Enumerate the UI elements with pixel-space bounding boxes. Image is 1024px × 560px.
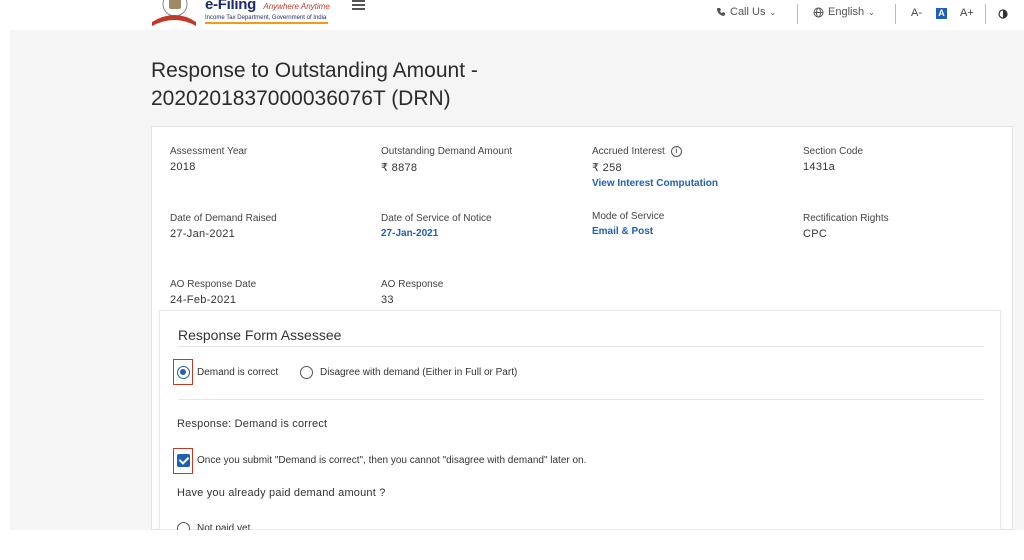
section-code-label: Section Code [803,146,864,157]
font-normal-button[interactable]: A [936,8,947,19]
view-interest-computation-link[interactable]: View Interest Computation [592,178,718,189]
divider [895,4,896,24]
disagree-demand-radio[interactable]: Disagree with demand (Either in Full or … [300,366,517,379]
service-notice-value: 27-Jan-2021 [381,228,439,239]
accrued-interest-value: ₹ 258 [592,162,622,174]
chevron-down-icon: ⌄ [769,7,777,17]
divider [797,4,798,24]
confirm-checkbox-label: Once you submit "Demand is correct", the… [197,455,587,466]
rectification-rights-label: Rectification Rights [803,213,889,224]
ao-response-date-value: 24-Feb-2021 [170,294,237,306]
call-us-label: Call Us [730,6,766,18]
contrast-icon[interactable] [998,9,1008,19]
ao-response-label: AO Response [381,279,444,290]
government-emblem-logo [152,0,196,26]
assessment-year-field: Assessment Year 2018 [170,146,247,173]
radio-unselected-icon [300,366,313,379]
divider [985,4,986,24]
demand-raised-label: Date of Demand Raised [170,213,277,224]
outstanding-demand-value: ₹ 8878 [381,162,418,174]
phone-icon [717,8,725,16]
rectification-rights-field: Rectification Rights CPC [803,213,889,240]
mode-of-service-value: Email & Post [592,226,654,237]
mode-of-service-label: Mode of Service [592,211,665,222]
demand-correct-label: Demand is correct [197,367,279,378]
bottom-whitespace [0,530,1024,560]
globe-icon [813,7,824,17]
top-header: e-Filing Anywhere Anytime Income Tax Dep… [0,0,1024,30]
chevron-down-icon: ⌄ [868,7,875,17]
brand-subtitle: Income Tax Department, Government of Ind… [205,15,327,21]
brand-name: e-Filing [205,0,256,13]
divider [178,399,984,400]
outstanding-demand-field: Outstanding Demand Amount ₹ 8878 [381,146,512,174]
accrued-interest-label: Accrued Interest [592,146,665,157]
demand-correct-radio[interactable]: Demand is correct [177,366,278,379]
response-status-text: Response: Demand is correct [177,418,328,430]
language-label: English [828,6,865,18]
ao-response-value: 33 [381,294,394,306]
accrued-interest-field: Accrued Interest i ₹ 258 View Interest C… [592,146,718,189]
section-code-field: Section Code 1431a [803,146,863,173]
outstanding-demand-label: Outstanding Demand Amount [381,146,513,157]
font-decrease-button[interactable]: A- [911,7,922,19]
brand-underline [205,22,328,24]
call-us-dropdown[interactable]: Call Us ⌄ [716,6,776,18]
assessment-year-value: 2018 [170,161,196,173]
language-dropdown[interactable]: English ⌄ [813,6,875,18]
paid-question-text: Have you already paid demand amount ? [177,487,386,499]
checkbox-checked-icon [177,454,190,467]
response-form-title: Response Form Assessee [178,327,342,343]
accrued-interest-header: Accrued Interest i [592,146,718,157]
disagree-demand-label: Disagree with demand (Either in Full or … [320,367,518,378]
confirm-checkbox[interactable]: Once you submit "Demand is correct", the… [177,454,586,467]
info-icon[interactable]: i [670,146,682,157]
mode-of-service-field: Mode of Service Email & Post [592,211,664,237]
efiling-brand[interactable]: e-Filing Anywhere Anytime Income Tax Dep… [205,0,330,24]
radio-selected-icon [177,366,190,379]
font-increase-button[interactable]: A+ [960,7,974,19]
service-notice-label: Date of Service of Notice [381,213,492,224]
brand-tagline: Anywhere Anytime [263,2,330,11]
ao-response-field: AO Response 33 [381,279,443,306]
hamburger-menu-icon[interactable] [352,0,365,10]
response-form: Response Form Assessee Demand is correct… [159,310,1001,535]
demand-raised-value: 27-Jan-2021 [170,228,236,240]
ao-response-date-field: AO Response Date 24-Feb-2021 [170,279,256,306]
divider [178,346,984,347]
service-notice-field: Date of Service of Notice 27-Jan-2021 [381,213,492,239]
assessment-year-label: Assessment Year [170,146,248,157]
section-code-value: 1431a [803,161,836,173]
ao-response-date-label: AO Response Date [170,279,257,290]
rectification-rights-value: CPC [803,228,828,240]
page-title: Response to Outstanding Amount - 2020201… [151,59,478,110]
demand-raised-field: Date of Demand Raised 27-Jan-2021 [170,213,277,240]
